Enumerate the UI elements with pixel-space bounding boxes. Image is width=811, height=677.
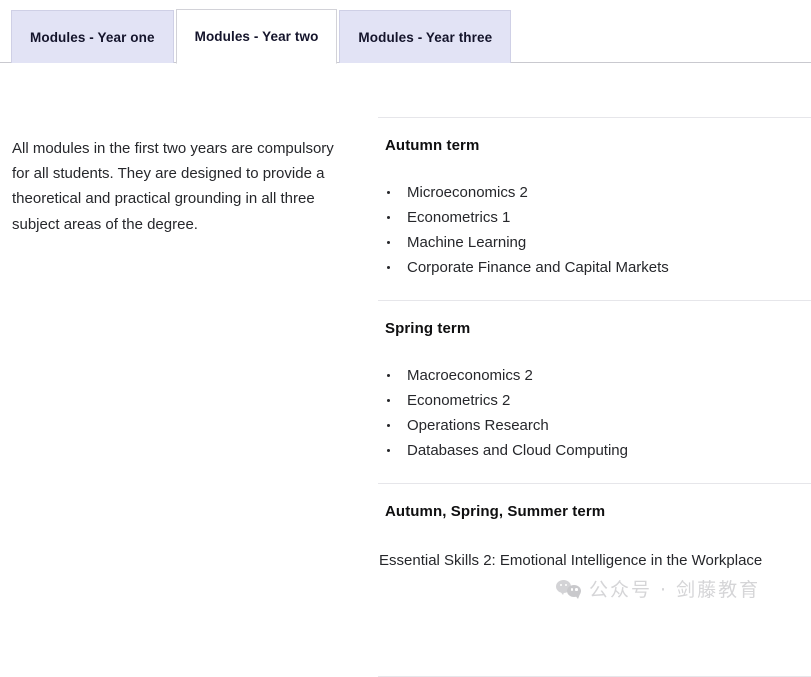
term-note: Essential Skills 2: Emotional Intelligen… xyxy=(379,552,763,569)
term-heading: Autumn, Spring, Summer term xyxy=(385,503,606,520)
list-item: Econometrics 2 xyxy=(386,388,811,413)
intro-paragraph: All modules in the first two years are c… xyxy=(12,140,334,233)
list-item: Microeconomics 2 xyxy=(386,180,811,205)
term-section-autumn: Autumn term Microeconomics 2 Econometric… xyxy=(378,118,811,300)
tab-label: Modules - Year two xyxy=(194,29,319,44)
list-item: Operations Research xyxy=(386,413,811,438)
tab-bar: Modules - Year one Modules - Year two Mo… xyxy=(0,0,811,64)
list-item: Econometrics 1 xyxy=(386,205,811,230)
term-section-spring: Spring term Macroeconomics 2 Econometric… xyxy=(378,301,811,483)
list-item: Corporate Finance and Capital Markets xyxy=(386,255,811,280)
tab-list: Modules - Year one Modules - Year two Mo… xyxy=(11,9,512,64)
terms-column: Autumn term Microeconomics 2 Econometric… xyxy=(378,117,811,593)
list-item: Databases and Cloud Computing xyxy=(386,438,811,463)
tab-panel-modules-year-two: All modules in the first two years are c… xyxy=(0,63,811,677)
term-heading: Autumn term xyxy=(385,137,480,154)
tab-modules-year-two[interactable]: Modules - Year two xyxy=(175,9,338,64)
tab-modules-year-one[interactable]: Modules - Year one xyxy=(11,10,174,63)
list-item: Macroeconomics 2 xyxy=(386,363,811,388)
module-list-spring: Macroeconomics 2 Econometrics 2 Operatio… xyxy=(378,363,811,463)
tab-label: Modules - Year one xyxy=(30,29,155,45)
list-item: Machine Learning xyxy=(386,230,811,255)
term-section-all-year: Autumn, Spring, Summer term Essential Sk… xyxy=(378,484,811,593)
tab-modules-year-three[interactable]: Modules - Year three xyxy=(339,10,512,63)
term-heading: Spring term xyxy=(385,320,471,337)
module-list-autumn: Microeconomics 2 Econometrics 1 Machine … xyxy=(378,180,811,280)
tab-label: Modules - Year three xyxy=(358,29,493,45)
